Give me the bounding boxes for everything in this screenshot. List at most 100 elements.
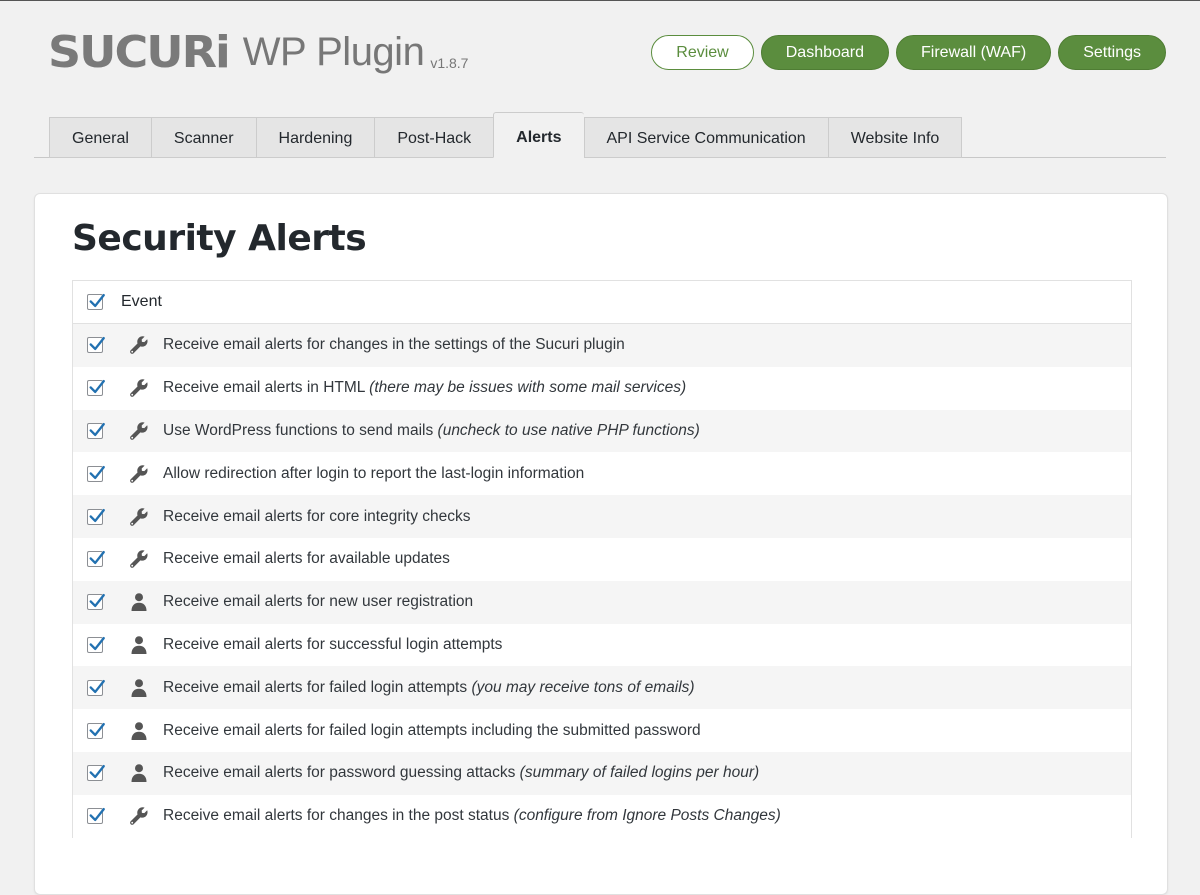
alert-text: Receive email alerts for password guessi… (163, 764, 516, 782)
table-row: Receive email alerts for available updat… (73, 537, 1131, 581)
alert-text: Receive email alerts for changes in the … (163, 336, 625, 354)
user-icon (128, 634, 150, 656)
wrench-icon (128, 548, 150, 570)
wrench-icon (128, 805, 150, 827)
tab-website-info[interactable]: Website Info (827, 117, 963, 158)
alert-checkbox[interactable] (87, 722, 105, 739)
wrench-icon (128, 420, 150, 442)
alert-label: Receive email alerts in HTML (there may … (163, 379, 686, 397)
plugin-header: SUCURi WP Plugin v1.8.7 Review Dashboard F… (0, 1, 1200, 111)
page-title: Security Alerts (72, 218, 367, 259)
alert-label: Receive email alerts for core integrity … (163, 508, 471, 526)
wrench-icon (128, 334, 150, 356)
alert-checkbox[interactable] (87, 679, 105, 696)
version-label: v1.8.7 (430, 55, 469, 71)
alert-text: Receive email alerts in HTML (163, 379, 365, 397)
tabs: General Scanner Hardening Post-Hack Alerts AP… (49, 112, 963, 158)
table-row: Receive email alerts for changes in the … (73, 324, 1131, 367)
table-row: Receive email alerts for changes in the … (73, 794, 1131, 838)
alert-checkbox[interactable] (87, 551, 105, 568)
table-row: Receive email alerts for password guessi… (73, 751, 1131, 795)
alert-checkbox[interactable] (87, 765, 105, 782)
user-icon (128, 591, 150, 613)
checkmark-icon (89, 380, 105, 394)
brand-logo: SUCURi (48, 26, 231, 78)
checkmark-icon (89, 765, 105, 779)
checkmark-icon (89, 337, 105, 351)
checkmark-icon (89, 508, 105, 522)
alert-label: Receive email alerts for changes in the … (163, 336, 625, 354)
checkmark-icon (89, 722, 105, 736)
settings-button[interactable]: Settings (1058, 35, 1166, 70)
wrench-icon (128, 506, 150, 528)
checkmark-icon (89, 679, 105, 693)
alert-text: Allow redirection after login to report … (163, 464, 585, 482)
alert-note: (uncheck to use native PHP functions) (437, 421, 700, 439)
checkmark-icon (89, 594, 105, 608)
alert-checkbox[interactable] (87, 808, 105, 825)
alerts-table: Event Receive email alerts for changes i… (72, 280, 1132, 838)
alert-text: Receive email alerts for changes in the … (163, 807, 510, 825)
table-row: Receive email alerts in HTML (there may … (73, 366, 1131, 410)
tab-alerts[interactable]: Alerts (493, 112, 584, 158)
user-icon (128, 762, 150, 784)
alert-text: Receive email alerts for failed login at… (163, 721, 701, 739)
dashboard-button[interactable]: Dashboard (760, 35, 890, 70)
event-column-header: Event (121, 293, 162, 310)
table-row: Receive email alerts for failed login at… (73, 709, 1131, 752)
select-all-checkbox[interactable] (87, 293, 105, 310)
alert-checkbox[interactable] (87, 465, 105, 482)
alert-text: Receive email alerts for available updat… (163, 550, 450, 568)
checkmark-icon (89, 422, 105, 437)
alert-checkbox[interactable] (87, 508, 105, 525)
alert-text: Receive email alerts for successful logi… (163, 635, 503, 653)
alert-label: Use WordPress functions to send mails (u… (163, 422, 700, 440)
alert-note: (summary of failed logins per hour) (519, 764, 760, 782)
table-row: Receive email alerts for successful logi… (73, 623, 1131, 667)
tab-post-hack[interactable]: Post-Hack (374, 117, 494, 158)
checkmark-icon (89, 293, 105, 308)
tab-bar: General Scanner Hardening Post-Hack Alerts AP… (34, 111, 1166, 158)
alert-note: (there may be issues with some mail serv… (369, 379, 687, 397)
table-row: Allow redirection after login to report … (73, 452, 1131, 496)
tab-api-service-communication[interactable]: API Service Communication (583, 117, 828, 158)
top-nav: Review Dashboard Firewall (WAF) Settings (651, 35, 1166, 70)
alert-checkbox[interactable] (87, 594, 105, 611)
alert-label: Receive email alerts for new user regist… (163, 593, 473, 611)
alert-label: Receive email alerts for failed login at… (163, 679, 695, 697)
alert-label: Receive email alerts for available updat… (163, 550, 450, 568)
plugin-logo: SUCURi WP Plugin v1.8.7 (48, 29, 468, 75)
alert-checkbox[interactable] (87, 337, 105, 354)
alert-checkbox[interactable] (87, 422, 105, 439)
tab-scanner[interactable]: Scanner (150, 117, 256, 158)
checkmark-icon (89, 465, 105, 479)
wrench-icon (128, 463, 150, 485)
product-name: WP Plugin (242, 30, 425, 74)
user-icon (128, 720, 150, 742)
wrench-icon (128, 377, 150, 399)
alert-text: Receive email alerts for new user regist… (163, 593, 474, 611)
alert-text: Receive email alerts for core integrity … (163, 507, 471, 525)
table-header: Event (73, 281, 1131, 324)
checkmark-icon (89, 808, 105, 822)
table-row: Receive email alerts for core integrity … (73, 495, 1131, 538)
alert-text: Receive email alerts for failed login at… (163, 678, 468, 696)
security-alerts-panel: Security Alerts Event Receive email aler… (34, 193, 1168, 895)
alert-note: (you may receive tons of emails) (471, 678, 695, 696)
tab-hardening[interactable]: Hardening (255, 117, 375, 158)
alert-label: Receive email alerts for successful logi… (163, 636, 502, 654)
alert-note: (configure from Ignore Posts Changes) (513, 807, 781, 825)
alert-label: Receive email alerts for password guessi… (163, 764, 759, 782)
checkmark-icon (89, 551, 105, 565)
alert-checkbox[interactable] (87, 636, 105, 653)
review-button[interactable]: Review (651, 35, 754, 70)
alert-checkbox[interactable] (87, 380, 105, 397)
firewall-waf-button[interactable]: Firewall (WAF) (896, 35, 1052, 70)
alert-text: Use WordPress functions to send mails (163, 421, 434, 439)
user-icon (128, 677, 150, 699)
alert-label: Receive email alerts for changes in the … (163, 807, 781, 825)
tab-general[interactable]: General (49, 117, 151, 158)
alert-label: Allow redirection after login to report … (163, 465, 584, 483)
alert-label: Receive email alerts for failed login at… (163, 722, 701, 740)
checkmark-icon (89, 636, 105, 651)
